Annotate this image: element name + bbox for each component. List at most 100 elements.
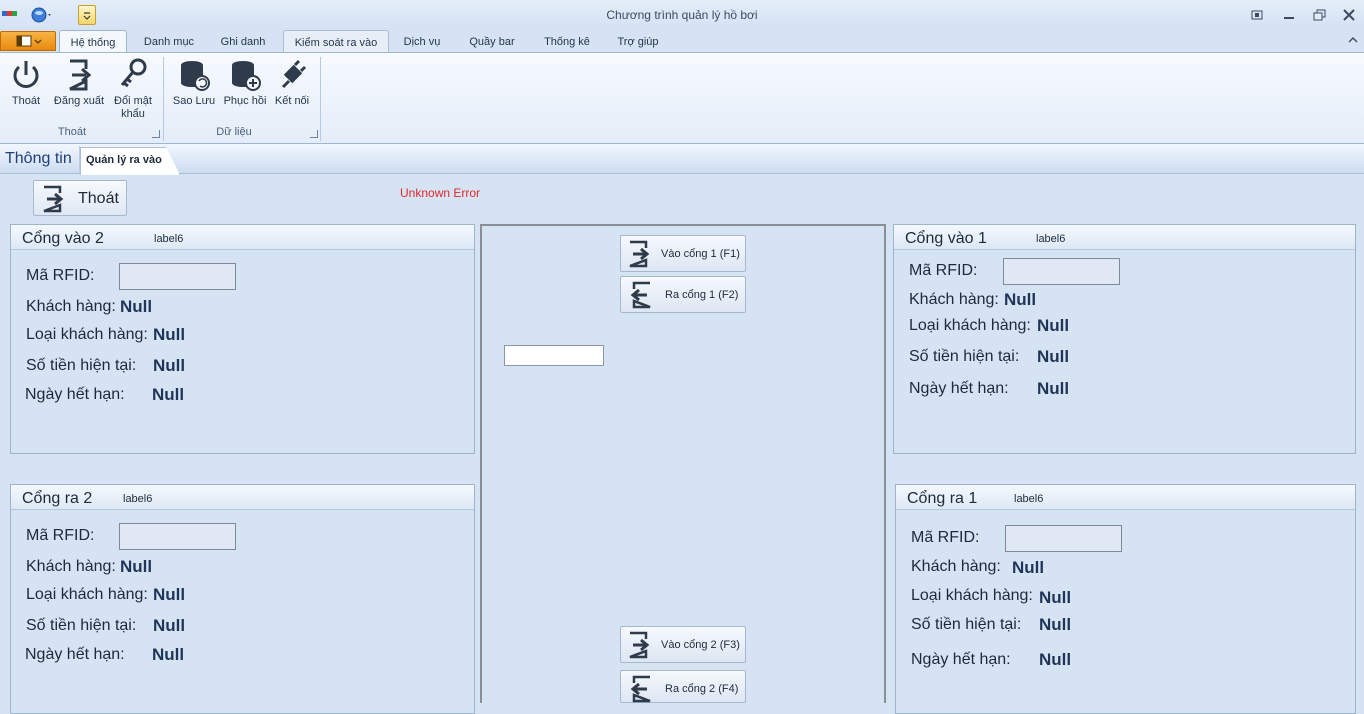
- application-menu-button[interactable]: [0, 31, 56, 51]
- customer-label: Khách hàng:: [26, 558, 116, 575]
- expiry-value: Null: [152, 385, 185, 404]
- ribbon-backup-button[interactable]: Sao Lưu: [170, 57, 218, 108]
- ribbon-group-label-du-lieu: Dữ liệu: [216, 126, 252, 138]
- ribbon-restore-button[interactable]: Phục hồi: [221, 57, 269, 108]
- expiry-label: Ngày hết hạn:: [911, 651, 1011, 668]
- gate-header: Cổng vào 2 label6: [11, 225, 474, 250]
- collapse-ribbon-icon[interactable]: [1348, 36, 1358, 44]
- tab-dich-vu[interactable]: Dịch vụ: [395, 30, 449, 52]
- customer-label: Khách hàng:: [26, 298, 116, 315]
- enter-gate-1-button[interactable]: Vào cổng 1 (F1): [620, 235, 746, 272]
- expiry-label: Ngày hết hạn:: [25, 386, 125, 403]
- exit-gate-2-label: Ra cổng 2 (F4): [665, 683, 739, 695]
- doc-tab-quan-ly-ra-vao[interactable]: Quản lý ra vào: [80, 147, 180, 175]
- balance-label: Số tiền hiện tại:: [911, 616, 1022, 633]
- tab-quay-bar[interactable]: Quầy bar: [459, 30, 525, 52]
- doc-tab-thong-tin[interactable]: Thông tin: [0, 146, 80, 173]
- gate-panel-cong-ra-2: Cổng ra 2 label6 Mã RFID: Khách hàng: Nu…: [10, 484, 475, 714]
- exit-arrow-left-icon: [630, 281, 651, 309]
- gate-sublabel: label6: [1014, 493, 1044, 505]
- customer-type-label: Loại khách hàng:: [909, 317, 1031, 334]
- balance-label: Số tiền hiện tại:: [909, 348, 1020, 365]
- exit-gate-1-label: Ra cổng 1 (F2): [665, 289, 739, 301]
- group-launcher-icon[interactable]: [310, 130, 318, 138]
- balance-value: Null: [153, 616, 186, 635]
- logout-icon: [69, 59, 92, 91]
- enter-arrow-icon: [629, 240, 650, 268]
- gate-sublabel: label6: [1036, 233, 1066, 245]
- exit-gate-1-button[interactable]: Ra cổng 1 (F2): [620, 276, 746, 313]
- close-icon[interactable]: [1338, 6, 1360, 24]
- expiry-value: Null: [1037, 379, 1070, 398]
- customer-type-value: Null: [1039, 588, 1072, 607]
- gate-sublabel: label6: [123, 493, 153, 505]
- exit-gate-2-button[interactable]: Ra cổng 2 (F4): [620, 670, 746, 703]
- customer-value: Null: [120, 297, 153, 316]
- customer-type-value: Null: [153, 325, 186, 344]
- rfid-input[interactable]: [119, 523, 236, 550]
- rfid-label: Mã RFID:: [26, 527, 95, 544]
- balance-value: Null: [1037, 347, 1070, 366]
- error-message: Unknown Error: [400, 186, 481, 200]
- exit-button-label: Thoát: [78, 190, 119, 207]
- gate-header: Cổng vào 1 label6: [894, 225, 1355, 250]
- tab-danh-muc[interactable]: Danh mục: [135, 30, 203, 52]
- plug-icon: [281, 59, 307, 89]
- ribbon-tab-row: Hệ thống Danh mục Ghi danh Kiểm soát ra …: [0, 30, 1364, 52]
- enter-gate-1-label: Vào cổng 1 (F1): [661, 248, 740, 260]
- balance-label: Số tiền hiện tại:: [26, 617, 137, 634]
- menu-icon: [16, 35, 42, 47]
- ribbon-connect-label: Kết nối: [274, 95, 310, 107]
- customer-type-label: Loại khách hàng:: [911, 587, 1033, 604]
- rfid-label: Mã RFID:: [909, 262, 978, 279]
- document-tab-strip: Thông tin Quản lý ra vào: [0, 144, 1364, 175]
- balance-value: Null: [1039, 615, 1072, 634]
- tab-ghi-danh[interactable]: Ghi danh: [211, 30, 275, 52]
- gate-title: Cổng vào 2: [22, 230, 104, 247]
- customer-value: Null: [1012, 558, 1045, 577]
- customer-type-label: Loại khách hàng:: [26, 326, 148, 343]
- tab-thong-ke[interactable]: Thống kê: [534, 30, 600, 52]
- gate-title: Cổng vào 1: [905, 230, 987, 247]
- rfid-input[interactable]: [1003, 258, 1120, 285]
- ribbon-exit-button[interactable]: Thoát: [6, 57, 46, 108]
- window-title: Chương trình quản lý hồ bơi: [606, 8, 758, 22]
- expiry-label: Ngày hết hạn:: [909, 380, 1009, 397]
- customer-value: Null: [120, 557, 153, 576]
- exit-arrow-left-icon: [630, 675, 651, 703]
- tab-tro-giup[interactable]: Trợ giúp: [607, 30, 669, 52]
- restore-layout-icon[interactable]: [1246, 6, 1268, 24]
- expiry-value: Null: [152, 645, 185, 664]
- gate-panel-cong-vao-2: Cổng vào 2 label6 Mã RFID: Khách hàng: N…: [10, 224, 475, 454]
- ribbon-restore-label: Phục hồi: [223, 95, 267, 107]
- customer-type-value: Null: [153, 585, 186, 604]
- center-input-field[interactable]: [504, 345, 604, 366]
- minimize-icon[interactable]: [1278, 6, 1300, 24]
- exit-button[interactable]: Thoát: [33, 180, 127, 216]
- maximize-icon[interactable]: [1309, 6, 1331, 24]
- ribbon-connect-button[interactable]: Kết nối: [272, 57, 312, 108]
- gate-sublabel: label6: [154, 233, 184, 245]
- tab-he-thong[interactable]: Hệ thống: [59, 30, 127, 52]
- gate-title: Cổng ra 2: [22, 490, 93, 507]
- tab-kiem-soat-ra-vao[interactable]: Kiểm soát ra vào: [283, 30, 389, 52]
- ribbon-logout-button[interactable]: Đăng xuất: [51, 57, 107, 108]
- rfid-input[interactable]: [119, 263, 236, 290]
- title-bar: Chương trình quản lý hồ bơi: [0, 0, 1364, 30]
- ribbon-change-password-button[interactable]: Đổi mật khẩu: [111, 57, 155, 121]
- ribbon-backup-label: Sao Lưu: [172, 95, 216, 107]
- customer-label: Khách hàng:: [909, 291, 999, 308]
- rfid-label: Mã RFID:: [26, 267, 95, 284]
- gate-header: Cổng ra 1 label6: [896, 485, 1355, 510]
- database-add-icon: [232, 61, 261, 91]
- balance-value: Null: [153, 356, 186, 375]
- customer-value: Null: [1004, 290, 1037, 309]
- ribbon-group-label-thoat: Thoát: [57, 126, 87, 138]
- enter-gate-2-button[interactable]: Vào cổng 2 (F3): [620, 626, 746, 663]
- ribbon-logout-label: Đăng xuất: [53, 95, 105, 107]
- rfid-label: Mã RFID:: [911, 529, 980, 546]
- expiry-label: Ngày hết hạn:: [25, 646, 125, 663]
- ribbon-panel: Thoát Đăng xuất Đổi mật khẩu Thoát Sao L…: [0, 52, 1364, 144]
- group-launcher-icon[interactable]: [152, 130, 160, 138]
- rfid-input[interactable]: [1005, 525, 1122, 552]
